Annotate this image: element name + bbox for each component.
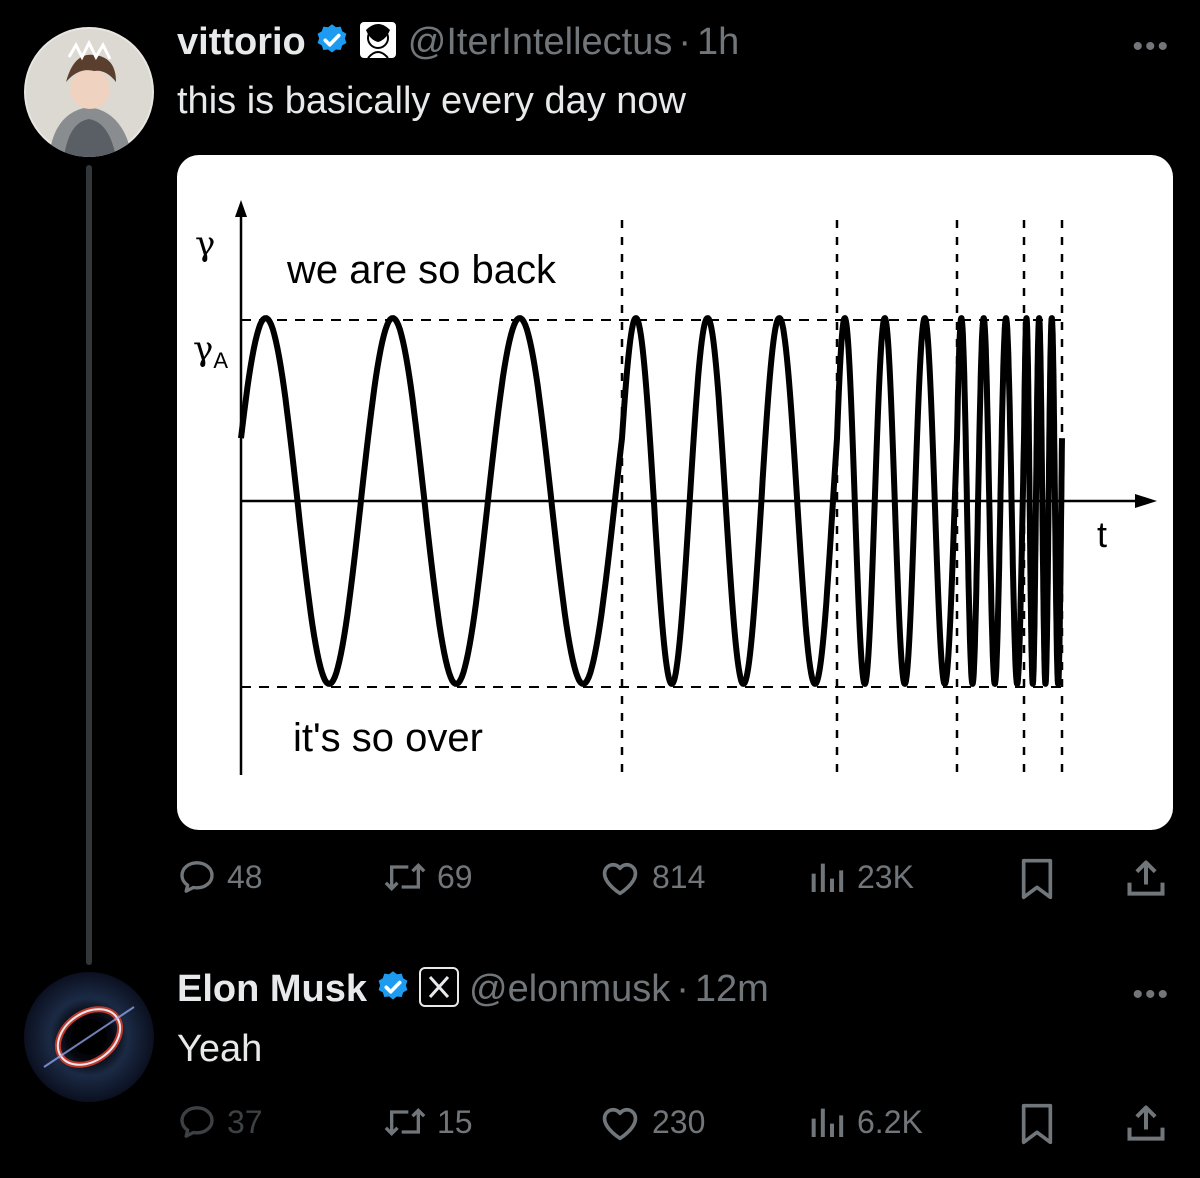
reply-button[interactable]: 37 [177, 1102, 263, 1142]
top-annotation: we are so back [286, 248, 557, 292]
verified-badge-icon[interactable] [375, 969, 411, 1010]
handle[interactable]: @IterIntellectus [408, 21, 673, 64]
view-count: 23K [857, 858, 914, 895]
bookmark-button[interactable] [1017, 857, 1067, 901]
like-count: 814 [652, 858, 706, 895]
separator-dot: · [678, 21, 692, 63]
meme-chart: γ γA t we are so back it's so over [193, 200, 1157, 780]
x-axis-label: t [1097, 514, 1107, 555]
views-icon [811, 863, 844, 892]
tweet-text: Yeah [177, 1028, 263, 1070]
more-options-icon[interactable]: ••• [1132, 30, 1170, 64]
view-count: 6.2K [857, 1103, 923, 1140]
y-axis-arrow [235, 200, 247, 217]
views-button[interactable]: 6.2K [807, 1102, 923, 1142]
like-icon [602, 862, 638, 896]
like-icon [602, 1107, 638, 1141]
y-a-label: γA [193, 329, 228, 373]
tweet-header: Elon Musk @elonmusk · 12m [177, 967, 769, 1012]
views-icon [811, 1108, 844, 1137]
repost-count: 69 [437, 858, 473, 895]
timestamp[interactable]: 1h [697, 21, 739, 64]
repost-icon [384, 1107, 426, 1137]
y-axis-label: γ [195, 224, 215, 264]
x-affiliate-badge-icon[interactable] [419, 967, 460, 1012]
bookmark-icon [1021, 1103, 1053, 1145]
like-button[interactable]: 814 [598, 857, 705, 897]
bookmark-icon [1021, 858, 1053, 900]
tweet-media-image[interactable]: γ γA t we are so back it's so over [177, 155, 1173, 830]
avatar-vittorio[interactable] [24, 27, 154, 157]
x-axis-arrow [1135, 494, 1157, 508]
views-button[interactable]: 23K [807, 857, 914, 897]
thread-line [86, 165, 92, 965]
like-count: 230 [652, 1103, 706, 1140]
separator-dot: · [676, 968, 689, 1010]
reply-count: 48 [227, 858, 263, 895]
more-options-icon[interactable]: ••• [1132, 978, 1170, 1012]
handle[interactable]: @elonmusk [469, 968, 670, 1011]
bookmark-button[interactable] [1017, 1102, 1067, 1146]
repost-icon [384, 862, 426, 892]
share-icon [1127, 860, 1165, 896]
reply-icon [180, 861, 214, 893]
reply-button[interactable]: 48 [177, 857, 263, 897]
share-icon [1127, 1105, 1165, 1141]
affiliate-badge-icon[interactable] [357, 20, 398, 65]
verified-badge-icon[interactable] [314, 22, 350, 63]
tweet-text: this is basically every day now [177, 80, 686, 122]
bottom-annotation: it's so over [293, 716, 483, 760]
tweet-header: vittorio @IterIntellectus · 1h [177, 20, 739, 65]
share-button[interactable] [1124, 1102, 1178, 1146]
reply-count: 37 [227, 1103, 263, 1140]
reply-icon [180, 1106, 214, 1138]
avatar-elon-musk[interactable] [24, 972, 154, 1102]
repost-button[interactable]: 15 [383, 1102, 473, 1142]
share-button[interactable] [1124, 857, 1178, 901]
display-name[interactable]: Elon Musk [177, 968, 367, 1011]
repost-count: 15 [437, 1103, 473, 1140]
like-button[interactable]: 230 [598, 1102, 705, 1142]
repost-button[interactable]: 69 [383, 857, 473, 897]
timestamp[interactable]: 12m [695, 968, 769, 1011]
display-name[interactable]: vittorio [177, 21, 306, 64]
